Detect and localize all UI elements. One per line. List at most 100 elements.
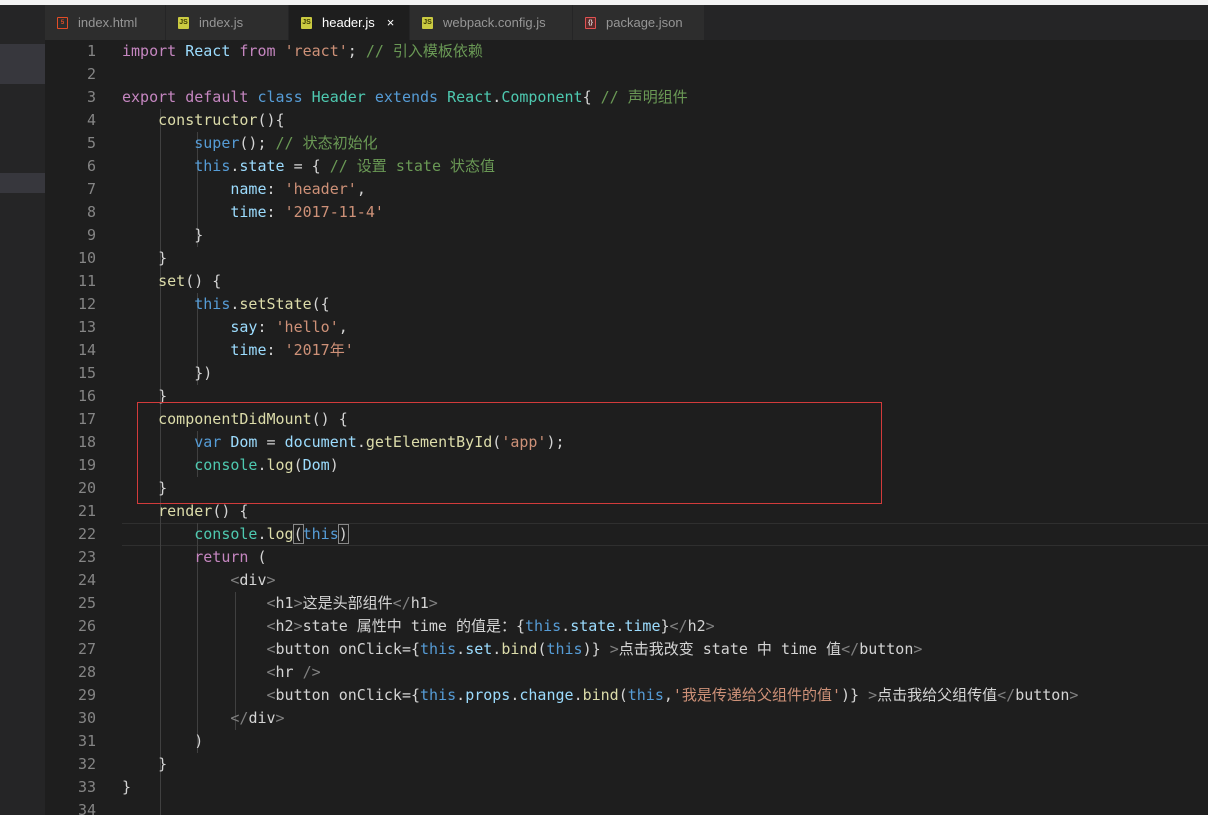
code-line[interactable]: 6 this.state = { // 设置 state 状态值	[45, 155, 1208, 178]
code-token: .	[456, 640, 466, 658]
code-line[interactable]: 21 render() {	[45, 500, 1208, 523]
code-line[interactable]: 2	[45, 63, 1208, 86]
code-token: :	[266, 341, 285, 359]
code-token: set	[465, 640, 493, 658]
code-line[interactable]: 17 componentDidMount() {	[45, 408, 1208, 431]
code-line[interactable]: 25 <h1>这是头部组件</h1>	[45, 592, 1208, 615]
code-text: time: '2017-11-4'	[122, 201, 384, 224]
code-text: render() {	[122, 500, 248, 523]
code-editor[interactable]: 1 import React from 'react'; // 引入模板依赖 2 3 e…	[45, 40, 1208, 815]
code-line[interactable]: 19 console.log(Dom)	[45, 454, 1208, 477]
code-token: bind	[582, 686, 619, 704]
tab-label: package.json	[606, 15, 683, 30]
code-line[interactable]: 23 return (	[45, 546, 1208, 569]
code-token: </	[669, 617, 688, 635]
code-token: ={	[401, 640, 421, 658]
code-token: </	[841, 640, 860, 658]
code-token: h1	[275, 594, 294, 612]
code-token: change	[519, 686, 574, 704]
code-token: :	[257, 318, 276, 336]
code-line[interactable]: 14 time: '2017年'	[45, 339, 1208, 362]
tab-label: header.js	[322, 15, 375, 30]
code-token: super	[194, 134, 240, 152]
line-number: 8	[86, 203, 96, 221]
code-line[interactable]: 8 time: '2017-11-4'	[45, 201, 1208, 224]
code-token: button	[275, 640, 330, 658]
code-line[interactable]: 28 <hr />	[45, 661, 1208, 684]
code-token: =	[257, 433, 285, 451]
code-token: log	[266, 525, 294, 543]
code-line[interactable]: 15 })	[45, 362, 1208, 385]
code-line[interactable]: 16 }	[45, 385, 1208, 408]
code-line[interactable]: 31 )	[45, 730, 1208, 753]
code-token: ={	[401, 686, 421, 704]
code-token: >	[913, 640, 923, 658]
code-text: }	[122, 477, 167, 500]
code-line[interactable]: 24 <div>	[45, 569, 1208, 592]
sidebar-selected-item[interactable]	[0, 44, 45, 84]
code-line[interactable]: 22 console.log(this)	[45, 523, 1208, 546]
code-line[interactable]: 12 this.setState({	[45, 293, 1208, 316]
code-line[interactable]: 30 </div>	[45, 707, 1208, 730]
code-line[interactable]: 26 <h2>state 属性中 time 的值是：{this.state.ti…	[45, 615, 1208, 638]
code-line[interactable]: 20 }	[45, 477, 1208, 500]
close-icon[interactable]: ×	[387, 15, 395, 30]
code-token: .	[456, 686, 466, 704]
code-line[interactable]: 32 }	[45, 753, 1208, 776]
code-line[interactable]: 29 <button onClick={this.props.change.bi…	[45, 684, 1208, 707]
line-number: 2	[86, 65, 96, 83]
code-token: export	[122, 88, 177, 106]
code-line[interactable]: 27 <button onClick={this.set.bind(this)}…	[45, 638, 1208, 661]
code-token: >	[868, 686, 878, 704]
code-token: button	[859, 640, 914, 658]
code-token: setState	[239, 295, 312, 313]
code-text: }	[122, 753, 167, 776]
code-token: }	[122, 387, 168, 405]
code-token: say	[230, 318, 258, 336]
tab-webpack-config-js[interactable]: JS webpack.config.js	[410, 5, 573, 40]
code-line[interactable]: 34	[45, 799, 1208, 815]
tab-header-js[interactable]: JS header.js ×	[289, 5, 410, 40]
code-token: <	[266, 594, 276, 612]
code-token: 'hello'	[275, 318, 339, 336]
tab-index-js[interactable]: JS index.js	[166, 5, 289, 40]
code-line[interactable]: 1 import React from 'react'; // 引入模板依赖	[45, 40, 1208, 63]
code-line[interactable]: 9 }	[45, 224, 1208, 247]
code-token: console	[194, 456, 258, 474]
code-token: h2	[275, 617, 294, 635]
code-token: ;	[347, 42, 366, 60]
code-line[interactable]: 3 export default class Header extends Rea…	[45, 86, 1208, 109]
code-line[interactable]: 33}	[45, 776, 1208, 799]
code-line[interactable]: 10 }	[45, 247, 1208, 270]
code-token: .	[573, 686, 583, 704]
tab-index-html[interactable]: 5 index.html	[45, 5, 166, 40]
code-text: return (	[122, 546, 266, 569]
sidebar-selected-item[interactable]	[0, 173, 45, 193]
code-line[interactable]: 11 set() {	[45, 270, 1208, 293]
code-text: )	[122, 730, 203, 753]
code-token: extends	[374, 88, 439, 106]
code-line[interactable]: 18 var Dom = document.getElementById('ap…	[45, 431, 1208, 454]
code-token: componentDidMount	[158, 410, 312, 428]
code-line[interactable]: 5 super(); // 状态初始化	[45, 132, 1208, 155]
code-token: >	[1069, 686, 1079, 704]
code-line[interactable]: 7 name: 'header',	[45, 178, 1208, 201]
code-token: h1	[410, 594, 429, 612]
code-token: }	[122, 778, 132, 796]
code-line[interactable]: 4 constructor(){	[45, 109, 1208, 132]
tab-package-json[interactable]: {} package.json	[573, 5, 705, 40]
tab-label: index.js	[199, 15, 244, 30]
code-line[interactable]: 13 say: 'hello',	[45, 316, 1208, 339]
code-token: >	[609, 640, 619, 658]
code-text: var Dom = document.getElementById('app')…	[122, 431, 564, 454]
code-token: // 声明组件	[600, 88, 688, 106]
code-token: '2017年'	[284, 341, 354, 359]
